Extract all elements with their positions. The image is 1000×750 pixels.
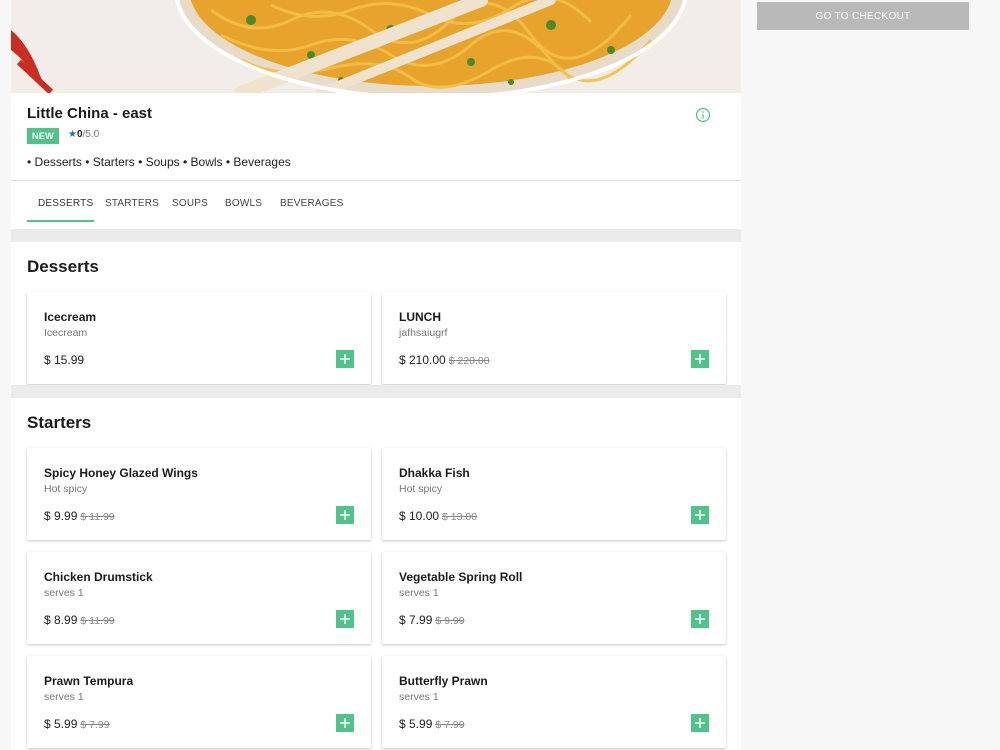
restaurant-menu-panel: Little China - east NEW ★0/5.0 • Dessert… xyxy=(11,0,741,750)
current-price: $ 5.99 xyxy=(399,717,433,731)
menu-item-card[interactable]: LUNCH jafhsaiugrf $ 210.00 $ 220.00 xyxy=(382,292,726,384)
hero-banner-image xyxy=(11,0,741,93)
original-price: $ 220.00 xyxy=(448,355,490,367)
menu-item-card[interactable]: Vegetable Spring Roll serves 1 $ 7.99 $ 9… xyxy=(382,552,726,644)
item-price: $ 7.99 $ 9.99 xyxy=(399,613,465,627)
plus-icon xyxy=(695,354,705,364)
section-divider xyxy=(11,385,741,398)
item-price: $ 5.99 $ 7.99 xyxy=(399,717,465,731)
tab-bowls[interactable]: BOWLS xyxy=(225,198,262,209)
item-description: Hot spicy xyxy=(44,483,88,495)
item-name: LUNCH xyxy=(399,310,441,324)
tab-starters[interactable]: STARTERS xyxy=(105,198,159,209)
go-to-checkout-button[interactable]: GO TO CHECKOUT xyxy=(757,2,969,30)
plus-icon xyxy=(340,614,350,624)
current-price: $ 210.00 xyxy=(399,353,446,367)
menu-item-card[interactable]: Chicken Drumstick serves 1 $ 8.99 $ 11.99 xyxy=(27,552,371,644)
item-name: Icecream xyxy=(44,310,97,324)
menu-item-card[interactable]: Dhakka Fish Hot spicy $ 10.00 $ 13.00 xyxy=(382,448,726,540)
plus-icon xyxy=(340,510,350,520)
menu-item-card[interactable]: Butterfly Prawn serves 1 $ 5.99 $ 7.99 xyxy=(382,656,726,748)
add-item-button[interactable] xyxy=(691,350,709,368)
current-price: $ 5.99 xyxy=(44,717,78,731)
item-description: Icecream xyxy=(44,327,88,339)
section-title-desserts: Desserts xyxy=(27,257,99,276)
current-price: $ 9.99 xyxy=(44,509,78,523)
item-description: serves 1 xyxy=(399,691,439,703)
tab-soups[interactable]: SOUPS xyxy=(172,198,208,209)
add-item-button[interactable] xyxy=(691,610,709,628)
menu-tabs: DESSERTS STARTERS SOUPS BOWLS BEVERAGES xyxy=(11,182,741,229)
add-item-button[interactable] xyxy=(336,610,354,628)
section-title-starters: Starters xyxy=(27,413,92,432)
menu-item-card[interactable]: Prawn Tempura serves 1 $ 5.99 $ 7.99 xyxy=(27,656,371,748)
item-description: Hot spicy xyxy=(399,483,443,495)
item-description: serves 1 xyxy=(399,587,439,599)
item-name: Chicken Drumstick xyxy=(44,570,153,584)
current-price: $ 15.99 xyxy=(44,353,85,367)
original-price: $ 13.00 xyxy=(442,511,478,523)
star-icon: ★ xyxy=(68,129,77,140)
item-price: $ 8.99 $ 11.99 xyxy=(44,613,115,627)
restaurant-info: Little China - east NEW ★0/5.0 • Dessert… xyxy=(11,93,741,181)
item-name: Vegetable Spring Roll xyxy=(399,570,523,584)
item-name: Prawn Tempura xyxy=(44,674,134,688)
active-tab-indicator xyxy=(27,220,94,222)
rating-max: /5.0 xyxy=(82,129,100,140)
tab-beverages[interactable]: BEVERAGES xyxy=(280,198,344,209)
item-description: jafhsaiugrf xyxy=(399,327,448,339)
item-description: serves 1 xyxy=(44,587,84,599)
original-price: $ 11.99 xyxy=(80,615,115,627)
original-price: $ 7.99 xyxy=(80,719,110,731)
add-item-button[interactable] xyxy=(336,506,354,524)
current-price: $ 10.00 xyxy=(399,509,440,523)
item-price: $ 10.00 $ 13.00 xyxy=(399,509,477,523)
new-badge: NEW xyxy=(27,128,59,144)
add-item-button[interactable] xyxy=(691,714,709,732)
item-price: $ 210.00 $ 220.00 xyxy=(399,353,490,367)
current-price: $ 8.99 xyxy=(44,613,78,627)
plus-icon xyxy=(695,510,705,520)
item-price: $ 9.99 $ 11.99 xyxy=(44,509,115,523)
info-circle-icon[interactable] xyxy=(695,107,711,123)
plus-icon xyxy=(340,354,350,364)
original-price: $ 7.99 xyxy=(435,719,465,731)
menu-item-card[interactable]: Icecream Icecream $ 15.99 xyxy=(27,292,371,384)
category-list: • Desserts • Starters • Soups • Bowls • … xyxy=(27,155,291,169)
plus-icon xyxy=(695,614,705,624)
section-divider xyxy=(11,229,741,242)
add-item-button[interactable] xyxy=(336,714,354,732)
item-description: serves 1 xyxy=(44,691,84,703)
restaurant-name: Little China - east xyxy=(27,105,153,122)
tab-desserts[interactable]: DESSERTS xyxy=(38,198,93,209)
item-name: Butterfly Prawn xyxy=(399,674,488,688)
original-price: $ 9.99 xyxy=(435,615,465,627)
rating: ★0/5.0 xyxy=(68,129,99,140)
item-name: Spicy Honey Glazed Wings xyxy=(44,466,198,480)
menu-item-card[interactable]: Spicy Honey Glazed Wings Hot spicy $ 9.9… xyxy=(27,448,371,540)
item-price: $ 5.99 $ 7.99 xyxy=(44,717,110,731)
add-item-button[interactable] xyxy=(691,506,709,524)
plus-icon xyxy=(695,718,705,728)
add-item-button[interactable] xyxy=(336,350,354,368)
item-name: Dhakka Fish xyxy=(399,466,470,480)
item-price: $ 15.99 xyxy=(44,353,84,367)
current-price: $ 7.99 xyxy=(399,613,433,627)
plus-icon xyxy=(340,718,350,728)
original-price: $ 11.99 xyxy=(80,511,115,523)
